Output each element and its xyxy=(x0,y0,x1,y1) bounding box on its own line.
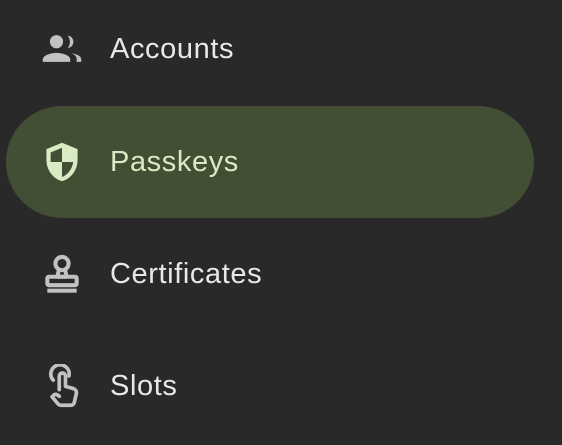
shield-icon xyxy=(36,136,88,188)
nav-item-label: Slots xyxy=(110,369,178,402)
stamp-icon xyxy=(36,248,88,300)
nav-item-passkeys[interactable]: Passkeys xyxy=(6,106,534,218)
nav-item-slots[interactable]: Slots xyxy=(6,330,534,442)
touch-icon xyxy=(36,360,88,412)
nav-item-label: Certificates xyxy=(110,257,263,290)
nav-item-label: Accounts xyxy=(110,32,235,65)
nav-item-certificates[interactable]: Certificates xyxy=(6,218,534,330)
nav-item-label: Passkeys xyxy=(110,145,239,178)
nav-item-accounts[interactable]: Accounts xyxy=(6,0,534,105)
navigation-drawer: Accounts Passkeys Certificates Slots xyxy=(0,0,562,445)
people-icon xyxy=(36,23,88,75)
